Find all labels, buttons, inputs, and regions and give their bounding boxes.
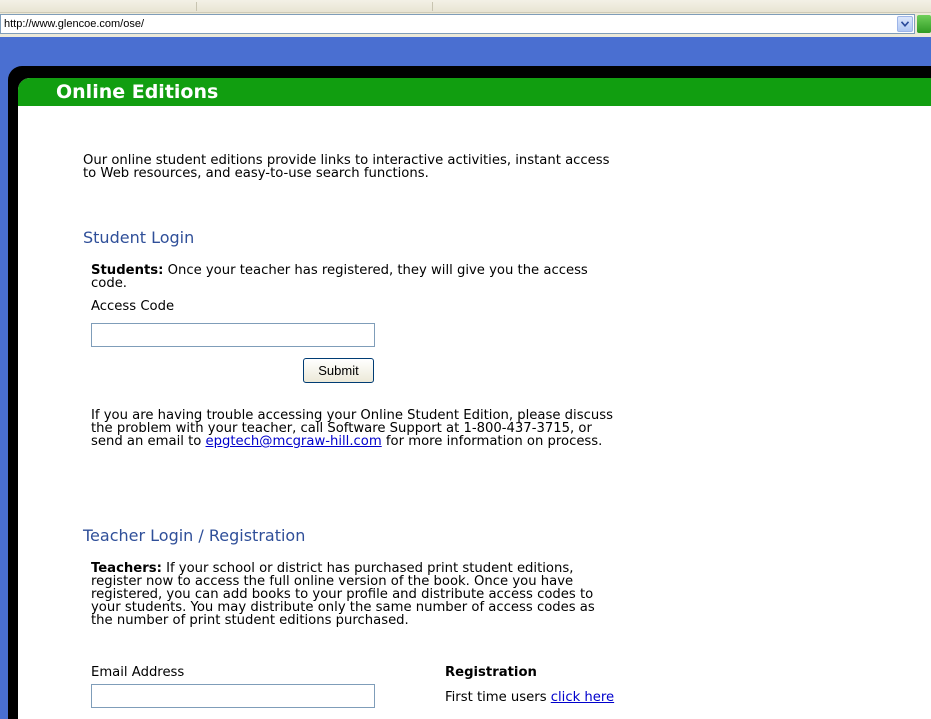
teacher-login-heading: Teacher Login / Registration (83, 526, 306, 545)
access-code-input[interactable] (91, 323, 375, 347)
support-email-link[interactable]: epgtech@mcgraw-hill.com (206, 434, 382, 449)
address-url[interactable]: http://www.glencoe.com/ose/ (4, 18, 144, 30)
student-instructions-text: Once your teacher has registered, they w… (163, 263, 588, 278)
access-code-label: Access Code (91, 299, 175, 314)
toolbar-separator (432, 2, 433, 11)
first-time-users-line: First time users click here (445, 691, 614, 704)
browser-toolbar-strip (0, 0, 931, 13)
go-button[interactable] (917, 15, 931, 33)
address-bar-row: http://www.glencoe.com/ose/ (0, 13, 931, 37)
address-bar[interactable]: http://www.glencoe.com/ose/ (0, 14, 915, 34)
intro-text-line: to Web resources, and easy-to-use search… (83, 166, 429, 181)
header-bar: Online Editions (18, 78, 931, 106)
student-login-heading: Student Login (83, 228, 195, 247)
page-title: Online Editions (56, 81, 219, 103)
address-dropdown-button[interactable] (897, 16, 913, 32)
student-help-line: send an email to epgtech@mcgraw-hill.com… (91, 435, 602, 448)
click-here-link[interactable]: click here (551, 690, 614, 705)
teacher-instructions-line: the number of print student editions pur… (91, 613, 409, 628)
toolbar-separator (196, 2, 197, 11)
registration-heading: Registration (445, 665, 537, 680)
submit-button[interactable]: Submit (303, 358, 374, 383)
student-help-text: send an email to (91, 434, 206, 449)
student-instructions-line: Students: Once your teacher has register… (91, 264, 588, 277)
email-address-label: Email Address (91, 665, 185, 680)
email-address-input[interactable] (91, 684, 375, 708)
content-panel: Online Editions Our online student editi… (18, 78, 931, 719)
student-instructions-line: code. (91, 276, 127, 291)
chevron-down-icon (901, 21, 909, 27)
first-time-users-text: First time users (445, 690, 551, 705)
student-help-text: for more information on process. (381, 434, 603, 449)
